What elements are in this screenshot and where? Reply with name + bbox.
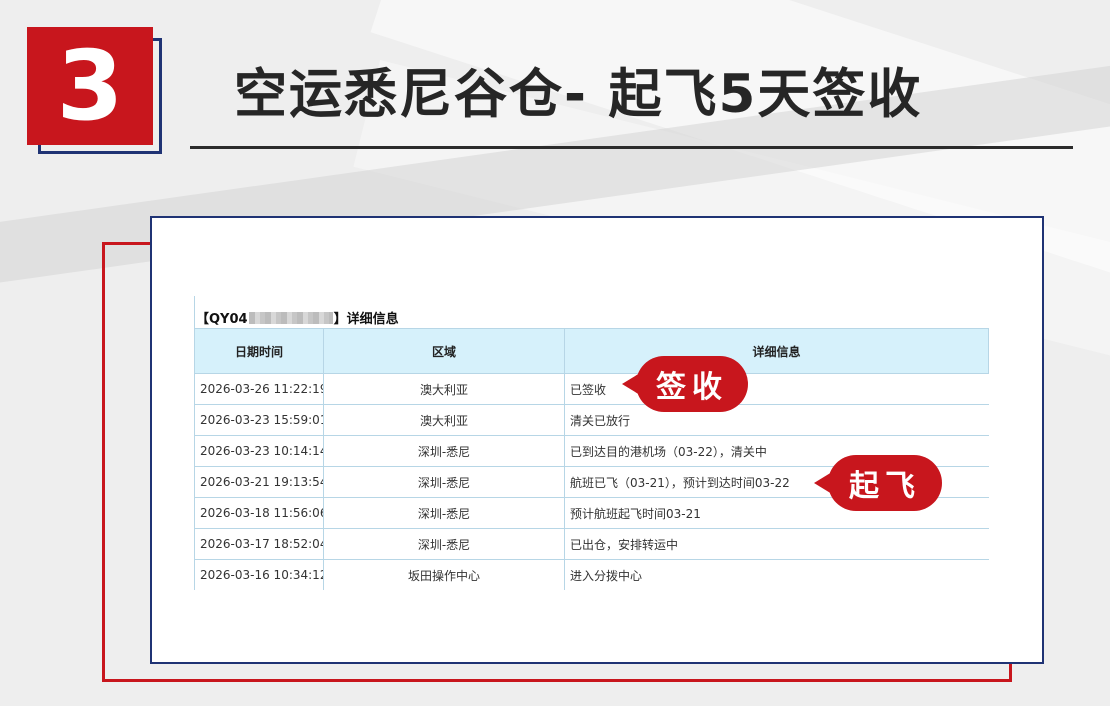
- row-region: 澳大利亚: [323, 373, 565, 405]
- row-region: 深圳-悉尼: [323, 528, 565, 560]
- row-info: 已出仓，安排转运中: [564, 528, 989, 560]
- tracking-number-prefix: 【QY04: [196, 312, 248, 327]
- row-datetime: 2026-03-21 19:13:54: [194, 466, 324, 498]
- row-datetime: 2026-03-16 10:34:12: [194, 559, 324, 590]
- table-header-row: 日期时间 区域 详细信息: [194, 328, 989, 374]
- tracking-detail-heading: 【QY04 】详细信息: [196, 308, 399, 327]
- row-datetime: 2026-03-26 11:22:19: [194, 373, 324, 405]
- row-datetime: 2026-03-23 15:59:01: [194, 404, 324, 436]
- tracking-heading-suffix: 】详细信息: [333, 312, 399, 327]
- column-header-info: 详细信息: [564, 328, 989, 374]
- signed-callout-bubble: 签收: [622, 356, 748, 412]
- table-row: 2026-03-23 15:59:01 澳大利亚 清关已放行: [194, 404, 989, 436]
- row-datetime: 2026-03-17 18:52:04: [194, 528, 324, 560]
- redacted-tracking-number: [248, 311, 333, 324]
- table-row: 2026-03-16 10:34:12 坂田操作中心 进入分拨中心: [194, 559, 989, 590]
- row-region: 深圳-悉尼: [323, 497, 565, 529]
- row-region: 深圳-悉尼: [323, 435, 565, 467]
- row-info: 进入分拨中心: [564, 559, 989, 590]
- takeoff-callout-bubble: 起飞: [814, 455, 942, 511]
- row-datetime: 2026-03-23 10:14:14: [194, 435, 324, 467]
- title-divider: [190, 146, 1073, 149]
- row-info: 清关已放行: [564, 404, 989, 436]
- column-header-datetime: 日期时间: [194, 328, 324, 374]
- column-header-region: 区域: [323, 328, 565, 374]
- table-row: 2026-03-26 11:22:19 澳大利亚 已签收: [194, 373, 989, 405]
- page-title: 空运悉尼谷仓- 起飞5天签收: [234, 64, 923, 125]
- row-region: 坂田操作中心: [323, 559, 565, 590]
- step-number-badge: 3: [27, 27, 153, 145]
- table-row: 2026-03-17 18:52:04 深圳-悉尼 已出仓，安排转运中: [194, 528, 989, 560]
- row-region: 澳大利亚: [323, 404, 565, 436]
- row-datetime: 2026-03-18 11:56:06: [194, 497, 324, 529]
- row-region: 深圳-悉尼: [323, 466, 565, 498]
